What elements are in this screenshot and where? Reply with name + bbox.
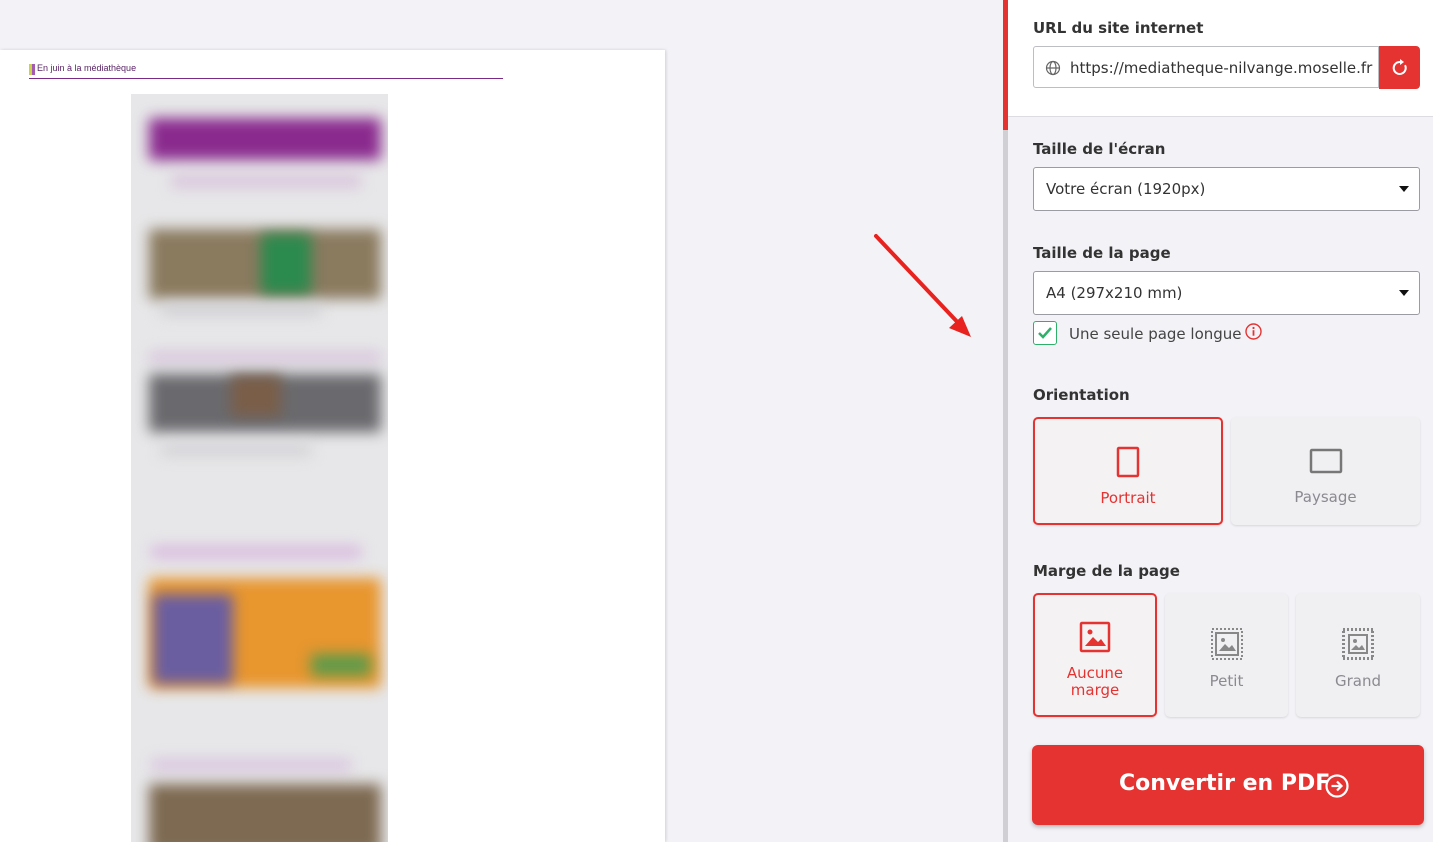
preview-page-header: En juin à la médiathèque [29, 63, 503, 79]
chevron-down-icon [1399, 290, 1409, 296]
screen-size-value: Votre écran (1920px) [1046, 180, 1206, 198]
single-page-checkbox[interactable] [1033, 321, 1057, 345]
landscape-label: Paysage [1294, 488, 1357, 506]
small-margin-image-icon [1210, 628, 1243, 660]
orientation-label: Orientation [1033, 386, 1130, 404]
chevron-down-icon [1399, 186, 1409, 192]
convert-to-pdf-button[interactable]: Convertir en PDF [1032, 745, 1424, 825]
margin-large-label: Grand [1334, 672, 1381, 690]
margin-large-option[interactable]: Grand [1296, 593, 1420, 717]
blurred-website-screenshot [131, 94, 388, 842]
margin-none-option[interactable]: Aucune marge [1033, 593, 1157, 717]
convert-label: Convertir en PDF [1119, 771, 1331, 796]
pdf-preview-area: En juin à la médiathèque [0, 0, 1003, 842]
landscape-icon [1309, 448, 1342, 474]
page-size-value: A4 (297x210 mm) [1046, 284, 1183, 302]
refresh-icon [1392, 58, 1407, 75]
url-label: URL du site internet [1033, 19, 1204, 37]
page-size-label: Taille de la page [1033, 244, 1171, 262]
screen-size-select[interactable]: Votre écran (1920px) [1033, 167, 1420, 211]
screen-size-label: Taille de l'écran [1033, 140, 1166, 158]
url-input[interactable]: https://mediatheque-nilvange.moselle.fr [1033, 46, 1379, 88]
check-icon [1038, 327, 1052, 339]
margin-none-label: Aucune marge [1066, 664, 1124, 699]
page-size-select[interactable]: A4 (297x210 mm) [1033, 271, 1420, 315]
header-color-mark [29, 64, 35, 75]
margin-small-label: Petit [1209, 672, 1244, 690]
globe-icon [1045, 60, 1061, 76]
single-page-label: Une seule page longue [1069, 325, 1242, 343]
image-icon [1079, 621, 1111, 653]
margin-small-option[interactable]: Petit [1165, 593, 1288, 717]
portrait-icon [1116, 446, 1140, 478]
orientation-landscape-option[interactable]: Paysage [1231, 417, 1420, 525]
orientation-portrait-option[interactable]: Portrait [1033, 417, 1223, 525]
red-arrow-annotation [874, 234, 971, 337]
arrow-right-circle-icon [1325, 774, 1349, 798]
settings-sidebar: URL du site internet https://mediatheque… [1008, 0, 1433, 842]
portrait-label: Portrait [1100, 489, 1156, 507]
preview-header-text: En juin à la médiathèque [37, 63, 137, 73]
refresh-button[interactable] [1379, 46, 1420, 89]
url-value: https://mediatheque-nilvange.moselle.fr [1070, 59, 1373, 77]
info-icon[interactable] [1245, 323, 1262, 340]
margin-label: Marge de la page [1033, 562, 1180, 580]
large-margin-image-icon [1342, 628, 1374, 660]
url-section: URL du site internet https://mediatheque… [1008, 0, 1433, 117]
